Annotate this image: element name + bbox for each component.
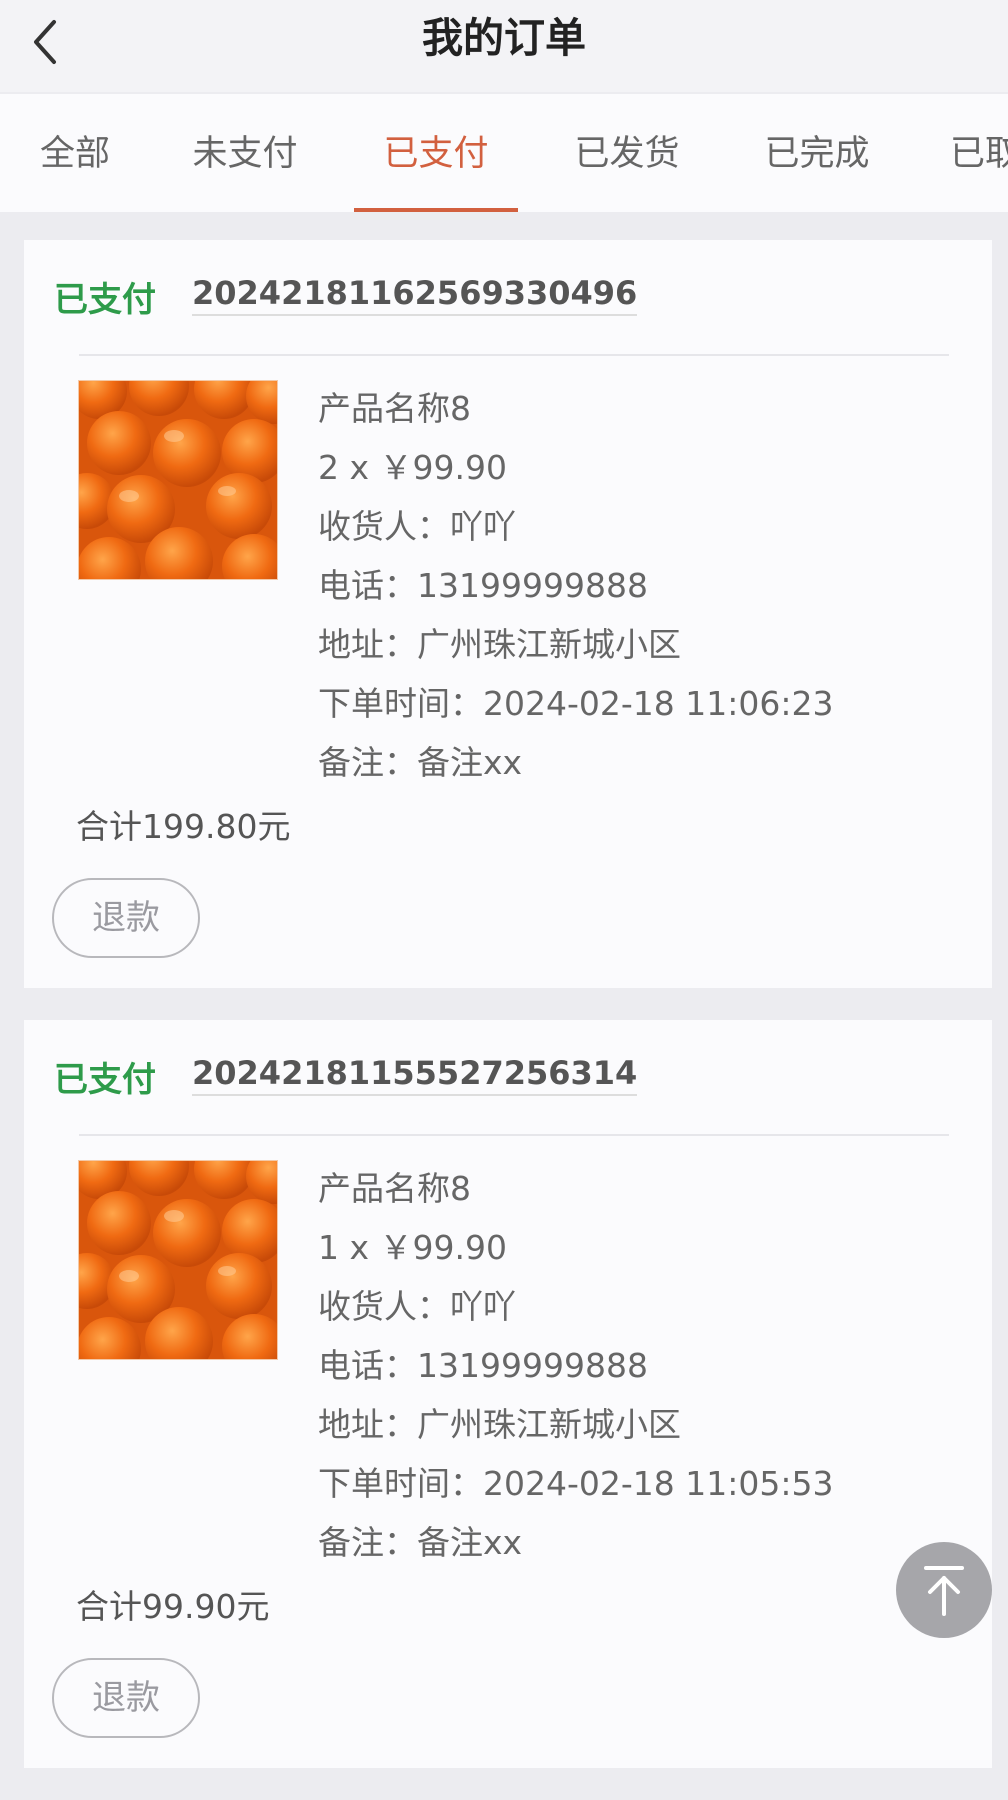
order-card: 已支付 20242181155527256314 产品名称8 1 x ￥99.9…: [24, 1020, 992, 1768]
receiver: 收货人：吖吖: [318, 1287, 516, 1326]
divider: [79, 354, 949, 356]
tab-shipped[interactable]: 已发货: [560, 124, 694, 184]
divider: [79, 1134, 949, 1136]
tab-all[interactable]: 全部: [20, 124, 130, 184]
quantity-price: 2 x ￥99.90: [318, 448, 507, 487]
address: 地址：广州珠江新城小区: [318, 625, 681, 664]
order-status: 已支付: [54, 1060, 156, 1100]
order-total: 合计99.90元: [76, 1587, 270, 1626]
order-note: 备注：备注xx: [318, 743, 523, 782]
order-status-tabs: 全部 未支付 已支付 已发货 已完成 已取消: [0, 94, 1008, 212]
order-number[interactable]: 20242181155527256314: [192, 1054, 638, 1096]
product-name: 产品名称8: [318, 389, 471, 428]
order-details: 产品名称8 1 x ￥99.90 收货人：吖吖 电话：13199999888 地…: [318, 1168, 958, 1581]
order-time: 下单时间：2024-02-18 11:05:53: [318, 1464, 834, 1503]
address: 地址：广州珠江新城小区: [318, 1405, 681, 1444]
order-details: 产品名称8 2 x ￥99.90 收货人：吖吖 电话：13199999888 地…: [318, 388, 958, 801]
app-header: 我的订单: [0, 0, 1008, 92]
phone: 电话：13199999888: [318, 566, 648, 605]
tab-cancelled[interactable]: 已取消: [950, 124, 1008, 184]
scroll-to-top-button[interactable]: [896, 1542, 992, 1638]
product-image[interactable]: [78, 1160, 278, 1360]
order-status: 已支付: [54, 280, 156, 320]
product-image[interactable]: [78, 380, 278, 580]
product-name: 产品名称8: [318, 1169, 471, 1208]
tab-paid[interactable]: 已支付: [369, 124, 503, 184]
refund-button[interactable]: 退款: [52, 1658, 200, 1738]
tab-completed[interactable]: 已完成: [750, 124, 884, 184]
oranges-image: [79, 381, 277, 579]
refund-button[interactable]: 退款: [52, 878, 200, 958]
receiver: 收货人：吖吖: [318, 507, 516, 546]
order-number[interactable]: 20242181162569330496: [192, 274, 638, 316]
tab-unpaid[interactable]: 未支付: [178, 124, 312, 184]
oranges-image: [79, 1161, 277, 1359]
order-total: 合计199.80元: [76, 807, 291, 846]
order-time: 下单时间：2024-02-18 11:06:23: [318, 684, 834, 723]
page-title: 我的订单: [422, 14, 586, 62]
phone: 电话：13199999888: [318, 1346, 648, 1385]
order-card: 已支付 20242181162569330496 产品名称8 2 x ￥99.9…: [24, 240, 992, 988]
quantity-price: 1 x ￥99.90: [318, 1228, 507, 1267]
order-note: 备注：备注xx: [318, 1523, 523, 1562]
active-tab-indicator: [354, 208, 518, 212]
arrow-up-to-top-icon: [924, 1566, 964, 1616]
